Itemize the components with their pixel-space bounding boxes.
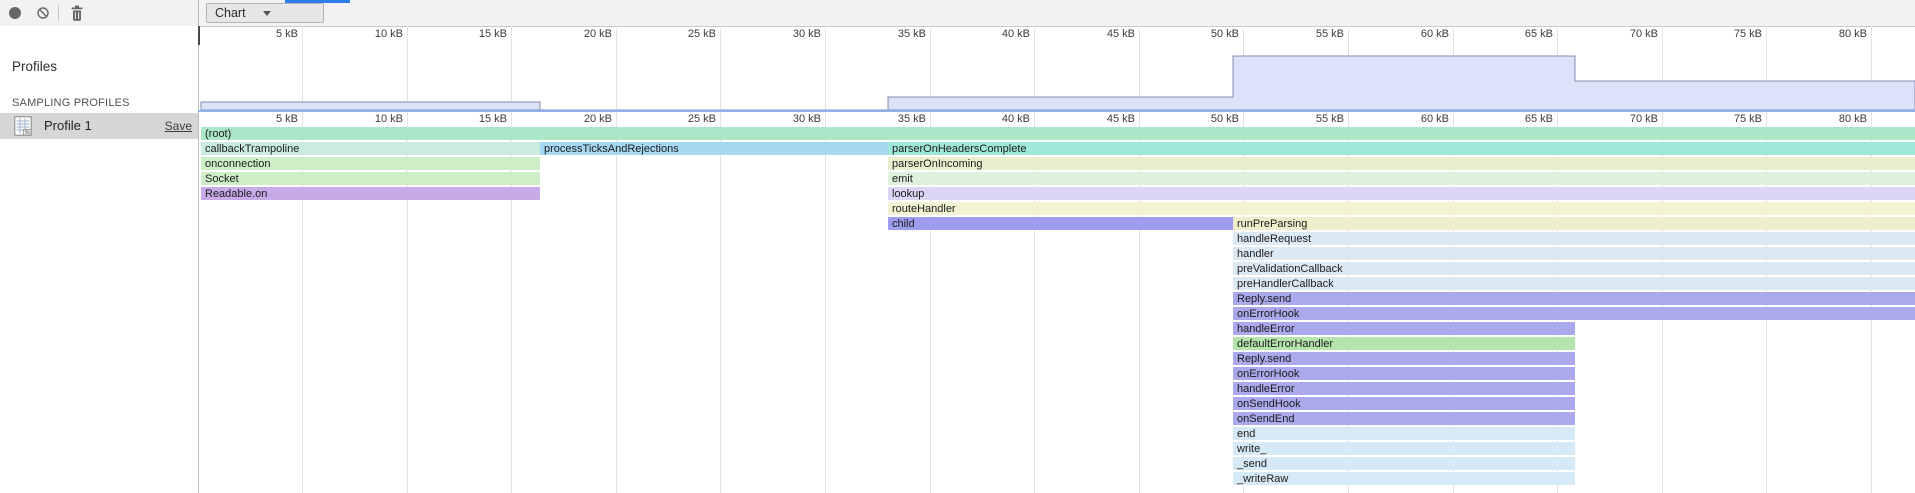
flame-bar[interactable]: runPreParsing (1233, 217, 1915, 231)
flame-bar[interactable]: handler (1233, 247, 1915, 261)
flame-bar[interactable]: processTicksAndRejections (540, 142, 888, 156)
flame-bar[interactable]: handleError (1233, 322, 1575, 336)
ruler-tick-label: 45 kB (1079, 28, 1135, 40)
flame-bar[interactable]: parserOnIncoming (888, 157, 1915, 171)
flame-bar[interactable]: Reply.send (1233, 292, 1915, 306)
flame-bar[interactable]: onErrorHook (1233, 367, 1575, 381)
ruler-tick-label: 25 kB (660, 113, 716, 125)
flame-bar[interactable]: _send (1233, 457, 1575, 471)
flame-bar[interactable]: defaultErrorHandler (1233, 337, 1575, 351)
flame-bar[interactable]: Socket (201, 172, 540, 186)
flame-gridline (616, 111, 617, 493)
flame-bar[interactable]: lookup (888, 187, 1915, 201)
flame-gridline (825, 111, 826, 493)
ruler-tick-label: 40 kB (974, 28, 1030, 40)
flame-bar[interactable]: child (888, 217, 1233, 231)
ruler-tick-label: 65 kB (1497, 28, 1553, 40)
ruler-tick-label: 25 kB (660, 28, 716, 40)
ruler-tick-label: 30 kB (765, 28, 821, 40)
ruler-tick-label: 55 kB (1288, 28, 1344, 40)
ruler-tick-label: 20 kB (556, 28, 612, 40)
save-profile-link[interactable]: Save (165, 113, 192, 139)
flame-bar[interactable]: write_ (1233, 442, 1575, 456)
ruler-tick-label: 35 kB (870, 113, 926, 125)
flame-bar[interactable]: routeHandler (888, 202, 1915, 216)
flame-bar[interactable]: handleRequest (1233, 232, 1915, 246)
flame-bar[interactable]: preHandlerCallback (1233, 277, 1915, 291)
flame-bar[interactable]: parserOnHeadersComplete (888, 142, 1915, 156)
flame-bar[interactable]: onErrorHook (1233, 307, 1915, 321)
clear-icon[interactable] (37, 7, 49, 19)
ruler-tick-label: 20 kB (556, 113, 612, 125)
ruler-tick-label: 35 kB (870, 28, 926, 40)
flame-bar[interactable]: end (1233, 427, 1575, 441)
flame-bar[interactable]: onconnection (201, 157, 540, 171)
toolbar: Chart (0, 0, 1915, 27)
flame-bar[interactable]: handleError (1233, 382, 1575, 396)
ruler-tick-label: 15 kB (451, 113, 507, 125)
flame-bar[interactable]: Readable.on (201, 187, 540, 201)
ruler-tick-label: 55 kB (1288, 113, 1344, 125)
overview-selection-line[interactable] (198, 110, 1915, 112)
ruler-tick-label: 75 kB (1706, 113, 1762, 125)
ruler-tick-label: 80 kB (1811, 113, 1867, 125)
ruler-tick-label: 5 kB (242, 28, 298, 40)
flame-bar[interactable]: onSendHook (1233, 397, 1575, 411)
ruler-tick-label: 60 kB (1393, 28, 1449, 40)
ruler-tick-label: 30 kB (765, 113, 821, 125)
overview-left-handle[interactable] (198, 26, 200, 45)
sidebar-title: Profiles (12, 59, 57, 74)
profiler-window: Chart Profiles SAMPLING PROFILES % (0, 0, 1915, 493)
ruler-tick-label: 50 kB (1183, 113, 1239, 125)
view-mode-label: Chart (215, 6, 246, 20)
flame-bar[interactable]: _writeRaw (1233, 472, 1575, 486)
sidebar-item-profile-1[interactable]: % Profile 1 Save (0, 113, 198, 139)
ruler-tick-label: 60 kB (1393, 113, 1449, 125)
ruler-tick-label: 5 kB (242, 113, 298, 125)
active-tab-indicator (285, 0, 350, 3)
ruler-tick-label: 45 kB (1079, 113, 1135, 125)
flame-bar[interactable]: (root) (201, 127, 1915, 141)
ruler-tick-label: 10 kB (347, 113, 403, 125)
ruler-tick-label: 15 kB (451, 28, 507, 40)
ruler-tick-label: 80 kB (1811, 28, 1867, 40)
flame-bar[interactable]: emit (888, 172, 1915, 186)
ruler-tick-label: 50 kB (1183, 28, 1239, 40)
flame-gridline (720, 111, 721, 493)
chevron-down-icon (263, 11, 271, 16)
flame-bar[interactable]: callbackTrampoline (201, 142, 540, 156)
toolbar-separator (58, 5, 59, 21)
profile-name: Profile 1 (44, 113, 92, 139)
ruler-tick-label: 10 kB (347, 28, 403, 40)
flame-bar[interactable]: preValidationCallback (1233, 262, 1915, 276)
ruler-tick-label: 40 kB (974, 113, 1030, 125)
view-mode-dropdown[interactable]: Chart (206, 3, 324, 23)
svg-text:%: % (25, 130, 30, 136)
sampling-profiles-section-label: SAMPLING PROFILES (12, 97, 130, 109)
ruler-tick-label: 65 kB (1497, 113, 1553, 125)
flame-bar[interactable]: Reply.send (1233, 352, 1575, 366)
flame-bar[interactable]: onSendEnd (1233, 412, 1575, 426)
trash-icon[interactable] (70, 5, 84, 21)
ruler-tick-label: 75 kB (1706, 28, 1762, 40)
ruler-tick-label: 70 kB (1602, 28, 1658, 40)
record-icon[interactable] (9, 7, 21, 19)
sidebar: Profiles SAMPLING PROFILES % Profile 1 S… (0, 26, 198, 493)
profile-document-icon: % (14, 116, 32, 136)
ruler-tick-label: 70 kB (1602, 113, 1658, 125)
